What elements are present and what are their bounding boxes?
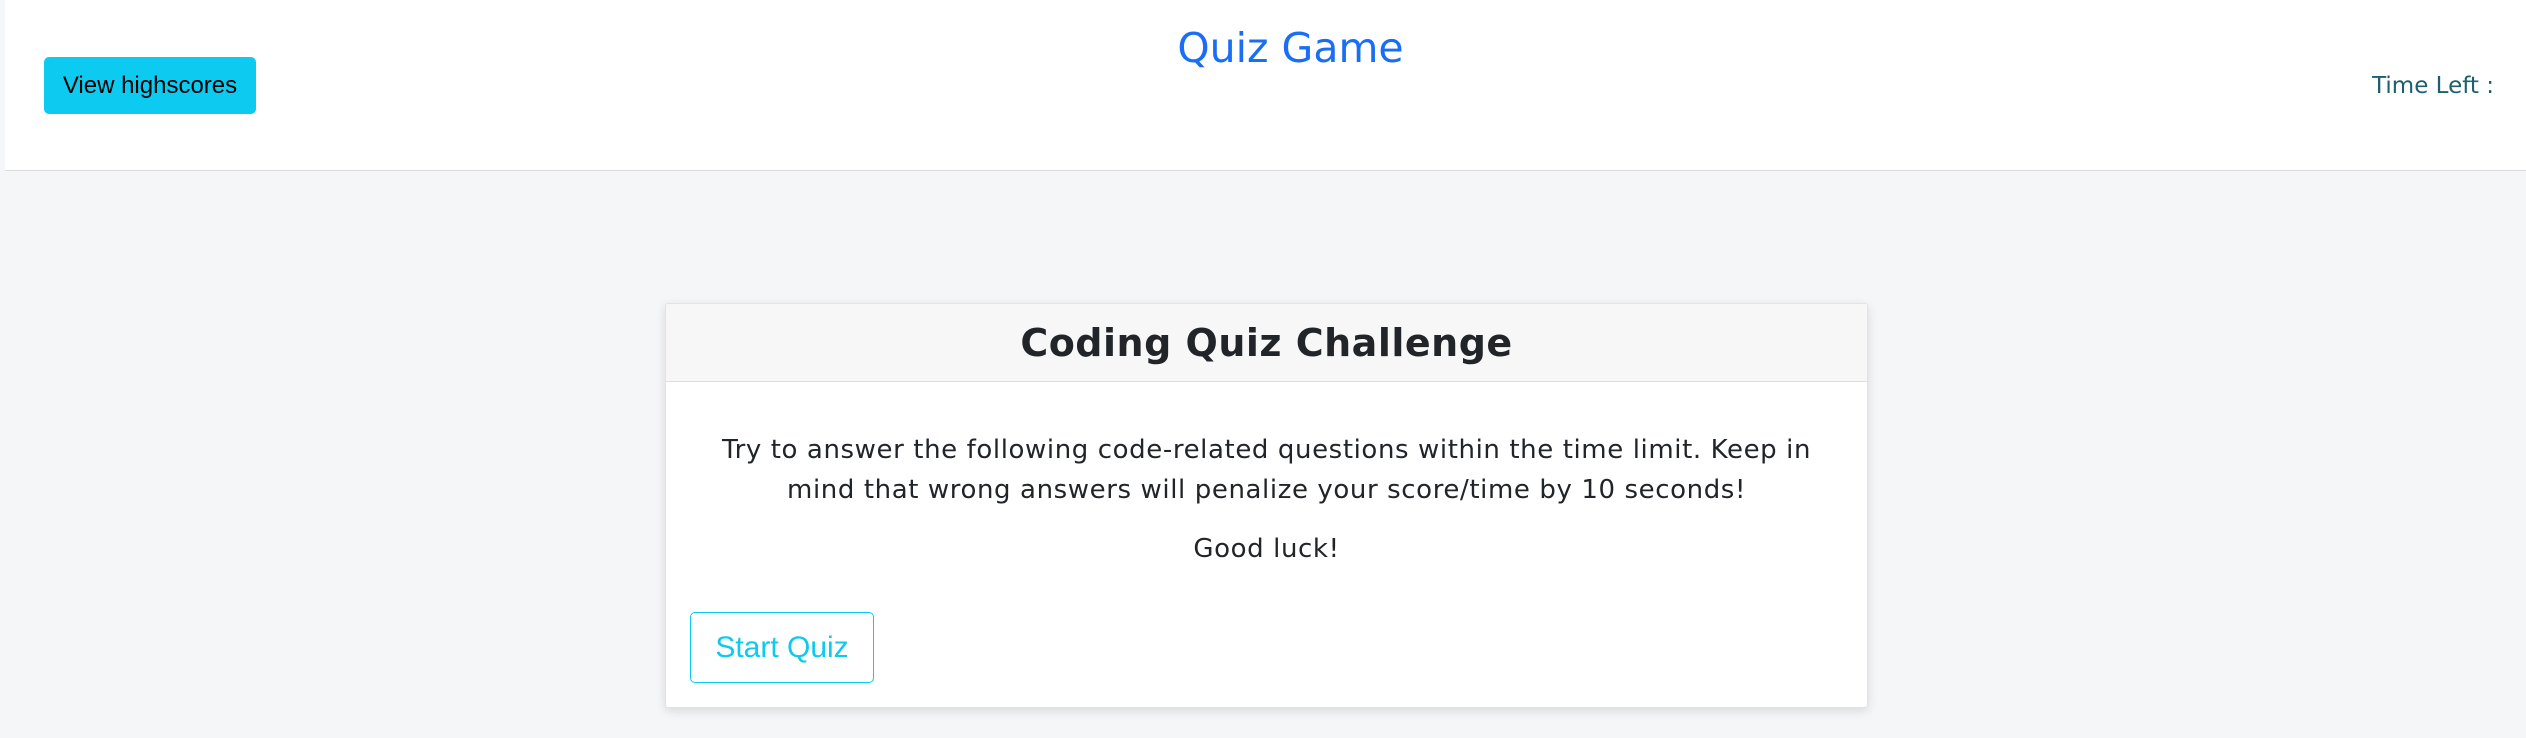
card-header: Coding Quiz Challenge	[666, 304, 1867, 382]
quiz-instructions: Try to answer the following code-related…	[721, 435, 1812, 505]
quiz-intro-card: Coding Quiz Challenge Try to answer the …	[665, 303, 1868, 708]
good-luck-text: Good luck!	[1193, 534, 1340, 564]
top-navbar: View highscores Quiz Game Time Left :	[5, 0, 2526, 171]
card-title: Coding Quiz Challenge	[1020, 320, 1513, 365]
timer-display: Time Left :	[2372, 73, 2502, 99]
app-title: Quiz Game	[1177, 24, 1404, 72]
start-quiz-button[interactable]: Start Quiz	[690, 612, 874, 683]
card-body: Try to answer the following code-related…	[666, 382, 1867, 564]
time-left-label: Time Left :	[2372, 73, 2494, 99]
